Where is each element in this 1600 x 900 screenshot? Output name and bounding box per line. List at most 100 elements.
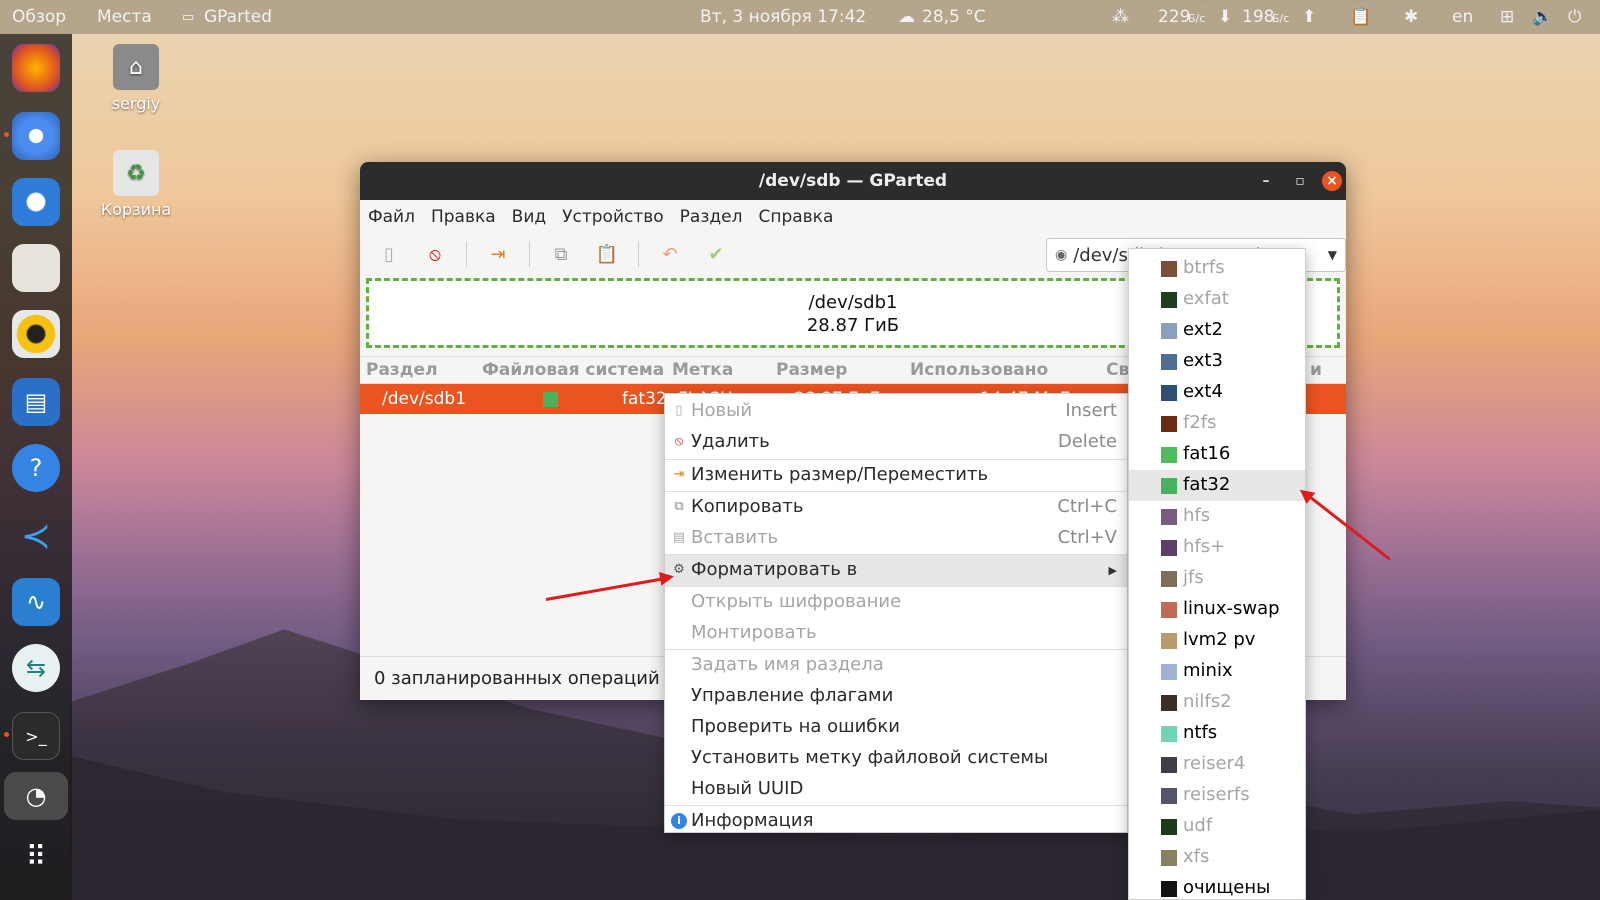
monitor-icon[interactable]: ∿ (12, 578, 60, 626)
gparted-icon[interactable]: ◔ (4, 772, 68, 820)
fs-option[interactable]: reiserfs (1129, 780, 1305, 811)
clock[interactable]: Вт, 3 ноября 17:42 (700, 7, 866, 27)
filesystem-submenu: btrfs exfat ext2 ext3 ext4 f2fs fat16 fat32 hfs h… (1128, 248, 1306, 900)
menu-item-resize[interactable]: ⇥ Изменить размер/Переместить (665, 460, 1127, 491)
fs-option[interactable]: hfs (1129, 501, 1305, 532)
minimize-icon[interactable]: – (1256, 171, 1276, 191)
menu-item-open-encryption[interactable]: Открыть шифрование (665, 587, 1127, 618)
extension-icon[interactable]: ⁂ (1112, 7, 1129, 27)
network-icon[interactable]: ⊞ (1500, 7, 1514, 27)
menu-edit[interactable]: Правка (431, 207, 496, 227)
menu-item-flags[interactable]: Управление флагами (665, 681, 1127, 712)
menu-item-mount[interactable]: Монтировать (665, 618, 1127, 649)
writer-icon[interactable]: ▤ (12, 378, 60, 426)
volume-icon[interactable]: 🔈 (1532, 7, 1553, 27)
fs-option-label: ext2 (1183, 319, 1223, 340)
fs-option[interactable]: udf (1129, 811, 1305, 842)
col-flags[interactable]: и (1310, 360, 1322, 380)
app-menu[interactable]: GParted (204, 7, 272, 27)
fs-color-swatch (543, 392, 558, 407)
close-icon[interactable]: × (1322, 171, 1342, 191)
menu-item-paste[interactable]: ▤ Вставить Ctrl+V (665, 523, 1127, 554)
firefox-icon[interactable] (12, 44, 60, 92)
menu-item-new-uuid[interactable]: Новый UUID (665, 774, 1127, 805)
menu-item-copy[interactable]: ⧉ Копировать Ctrl+C (665, 492, 1127, 523)
col-free[interactable]: Св (1106, 360, 1129, 380)
desktop-home[interactable]: ⌂ sergiy (86, 44, 186, 113)
rhythmbox-icon[interactable] (12, 310, 60, 358)
fs-option[interactable]: linux-swap (1129, 594, 1305, 625)
chromium-icon[interactable] (12, 112, 60, 160)
fs-color-swatch (1161, 726, 1177, 742)
menu-device[interactable]: Устройство (562, 207, 664, 227)
menu-item-new[interactable]: ▯ Новый Insert (665, 396, 1127, 427)
menu-item-set-name[interactable]: Задать имя раздела (665, 650, 1127, 681)
maximize-icon[interactable]: ▫ (1290, 171, 1310, 191)
fs-option[interactable]: btrfs (1129, 253, 1305, 284)
fs-option-label: ext3 (1183, 350, 1223, 371)
fs-option[interactable]: ext4 (1129, 377, 1305, 408)
col-size[interactable]: Размер (776, 360, 847, 380)
fs-option[interactable]: очищены (1129, 873, 1305, 900)
resize-icon[interactable]: ⇥ (483, 239, 513, 269)
fs-option[interactable]: lvm2 pv (1129, 625, 1305, 656)
weather-icon: ☁ (898, 7, 915, 27)
fs-option-label: nilfs2 (1183, 691, 1232, 712)
power-icon[interactable]: ⏻ (1568, 7, 1581, 27)
fs-option[interactable]: jfs (1129, 563, 1305, 594)
col-filesystem[interactable]: Файловая система (482, 360, 664, 380)
new-partition-icon[interactable]: ▯ (374, 239, 404, 269)
menu-view[interactable]: Вид (512, 207, 546, 227)
fs-option[interactable]: ntfs (1129, 718, 1305, 749)
fs-option[interactable]: minix (1129, 656, 1305, 687)
menu-item-format[interactable]: ⚙ Форматировать в ▶ (665, 555, 1127, 586)
window-title: /dev/sdb — GParted (758, 171, 948, 191)
remote-icon[interactable]: ⇆ (12, 644, 60, 692)
files-icon[interactable] (12, 244, 60, 292)
activities-button[interactable]: Обзор (12, 7, 66, 27)
fs-color-swatch (1161, 602, 1177, 618)
menu-item-info[interactable]: i Информация (665, 806, 1127, 837)
menu-item-check[interactable]: Проверить на ошибки (665, 712, 1127, 743)
fs-option[interactable]: f2fs (1129, 408, 1305, 439)
menu-file[interactable]: Файл (368, 207, 415, 227)
places-menu[interactable]: Места (97, 7, 152, 27)
paste-icon[interactable]: 📋 (592, 239, 622, 269)
show-apps-icon[interactable]: ⠿ (12, 832, 60, 880)
menu-item-delete[interactable]: ⦸ Удалить Delete (665, 427, 1127, 458)
fs-option-label: ext4 (1183, 381, 1223, 402)
menu-partition[interactable]: Раздел (680, 207, 743, 227)
fs-option[interactable]: fat32 (1129, 470, 1305, 501)
thunderbird-icon[interactable] (12, 178, 60, 226)
col-label[interactable]: Метка (672, 360, 733, 380)
accessibility-icon[interactable]: ✱ (1404, 7, 1418, 27)
fs-option[interactable]: ext3 (1129, 346, 1305, 377)
undo-icon[interactable]: ↶ (655, 239, 685, 269)
trash-label: Корзина (100, 200, 172, 219)
fs-option[interactable]: reiser4 (1129, 749, 1305, 780)
fs-option[interactable]: xfs (1129, 842, 1305, 873)
fs-option-label: reiserfs (1183, 784, 1250, 805)
fs-option[interactable]: exfat (1129, 284, 1305, 315)
delete-icon: ⦸ (674, 434, 684, 449)
weather-temp[interactable]: 28,5 °C (922, 7, 986, 27)
vscode-icon[interactable]: ≺ (12, 512, 60, 560)
titlebar[interactable]: /dev/sdb — GParted – ▫ × (360, 162, 1346, 200)
fs-option[interactable]: hfs+ (1129, 532, 1305, 563)
fs-option[interactable]: ext2 (1129, 315, 1305, 346)
terminal-icon[interactable]: >_ (12, 712, 60, 760)
desktop-trash[interactable]: ♻ Корзина (86, 150, 186, 219)
menu-help[interactable]: Справка (758, 207, 833, 227)
copy-icon[interactable]: ⧉ (546, 239, 576, 269)
clipboard-icon[interactable]: 📋 (1350, 7, 1371, 27)
col-used[interactable]: Использовано (910, 360, 1048, 380)
col-partition[interactable]: Раздел (366, 360, 438, 380)
help-icon[interactable]: ? (12, 444, 60, 492)
fs-option[interactable]: nilfs2 (1129, 687, 1305, 718)
delete-icon[interactable]: ⦸ (420, 239, 450, 269)
fs-option-label: xfs (1183, 846, 1210, 867)
language-indicator[interactable]: en (1452, 7, 1473, 27)
fs-option[interactable]: fat16 (1129, 439, 1305, 470)
menu-item-set-label[interactable]: Установить метку файловой системы (665, 743, 1127, 774)
apply-icon[interactable]: ✔ (701, 239, 731, 269)
